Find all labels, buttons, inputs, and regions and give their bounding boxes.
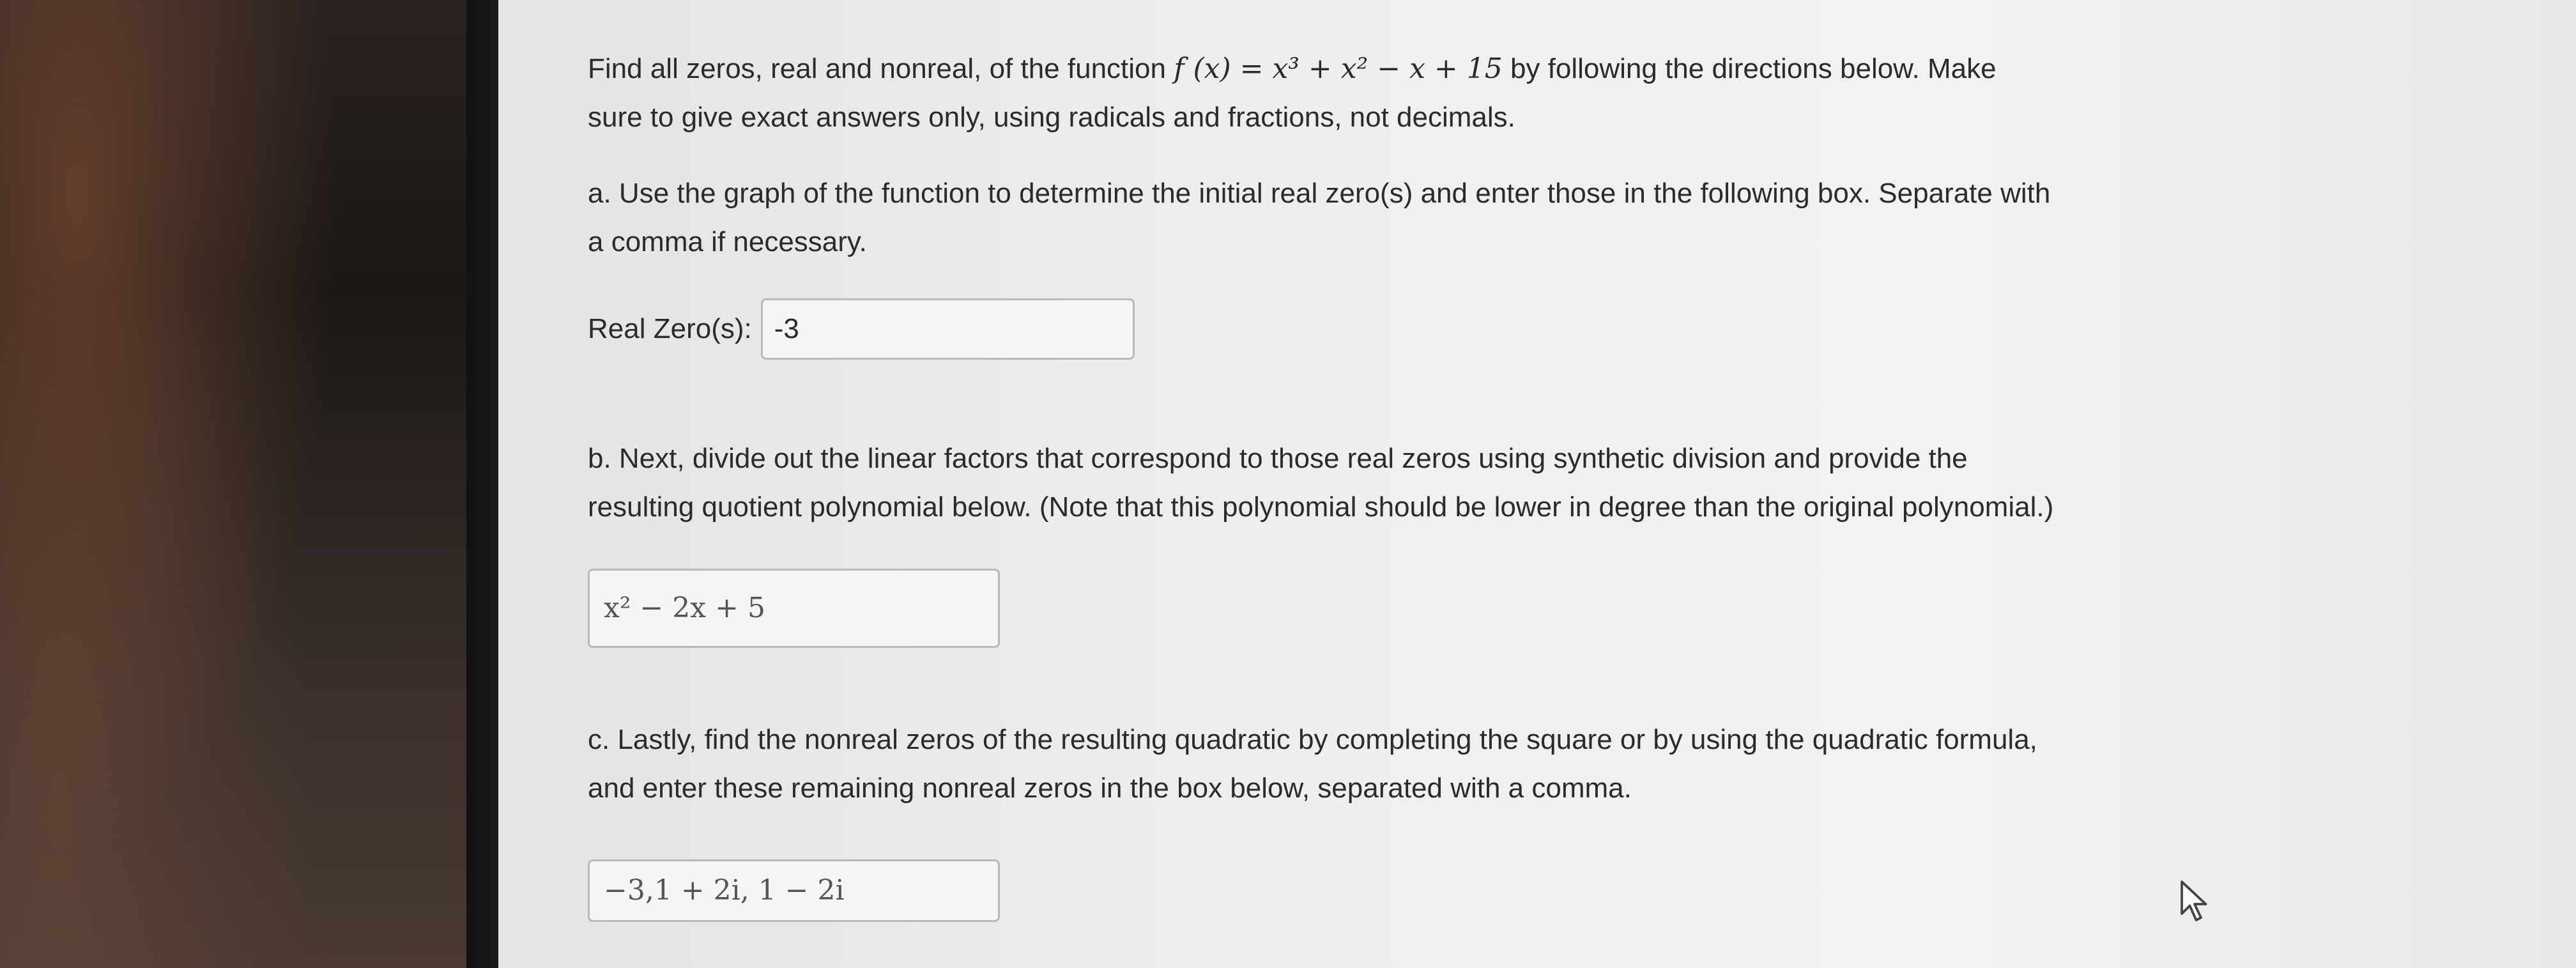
real-zeros-label: Real Zero(s): — [588, 313, 752, 344]
real-zeros-input[interactable]: -3 — [760, 298, 1135, 360]
mouse-pointer-icon — [2181, 880, 2207, 921]
quotient-polynomial-value: x² − 2x + 5 — [604, 592, 765, 624]
nonreal-zeros-value: −3,1 + 2i, 1 − 2i — [604, 874, 845, 907]
part-c-instructions: c. Lastly, find the nonreal zeros of the… — [588, 724, 2037, 804]
nonreal-zeros-input[interactable]: −3,1 + 2i, 1 − 2i — [588, 859, 1000, 922]
real-zeros-value: -3 — [774, 313, 799, 344]
quotient-polynomial-input[interactable]: x² − 2x + 5 — [588, 569, 1000, 648]
intro-text-before: Find all zeros, real and nonreal, of the… — [588, 53, 1174, 84]
background-glow — [0, 0, 383, 968]
function-expression: f (x) = x³ + x² − x + 15 — [1174, 52, 1503, 85]
real-zeros-row: Real Zero(s): -3 — [588, 297, 1135, 361]
part-b-instructions: b. Next, divide out the linear factors t… — [588, 443, 2054, 523]
screen-edge — [466, 0, 498, 968]
screen: Find all zeros, real and nonreal, of the… — [498, 0, 2576, 968]
part-a-instructions: a. Use the graph of the function to dete… — [588, 178, 2051, 257]
question-intro: Find all zeros, real and nonreal, of the… — [588, 45, 2057, 142]
